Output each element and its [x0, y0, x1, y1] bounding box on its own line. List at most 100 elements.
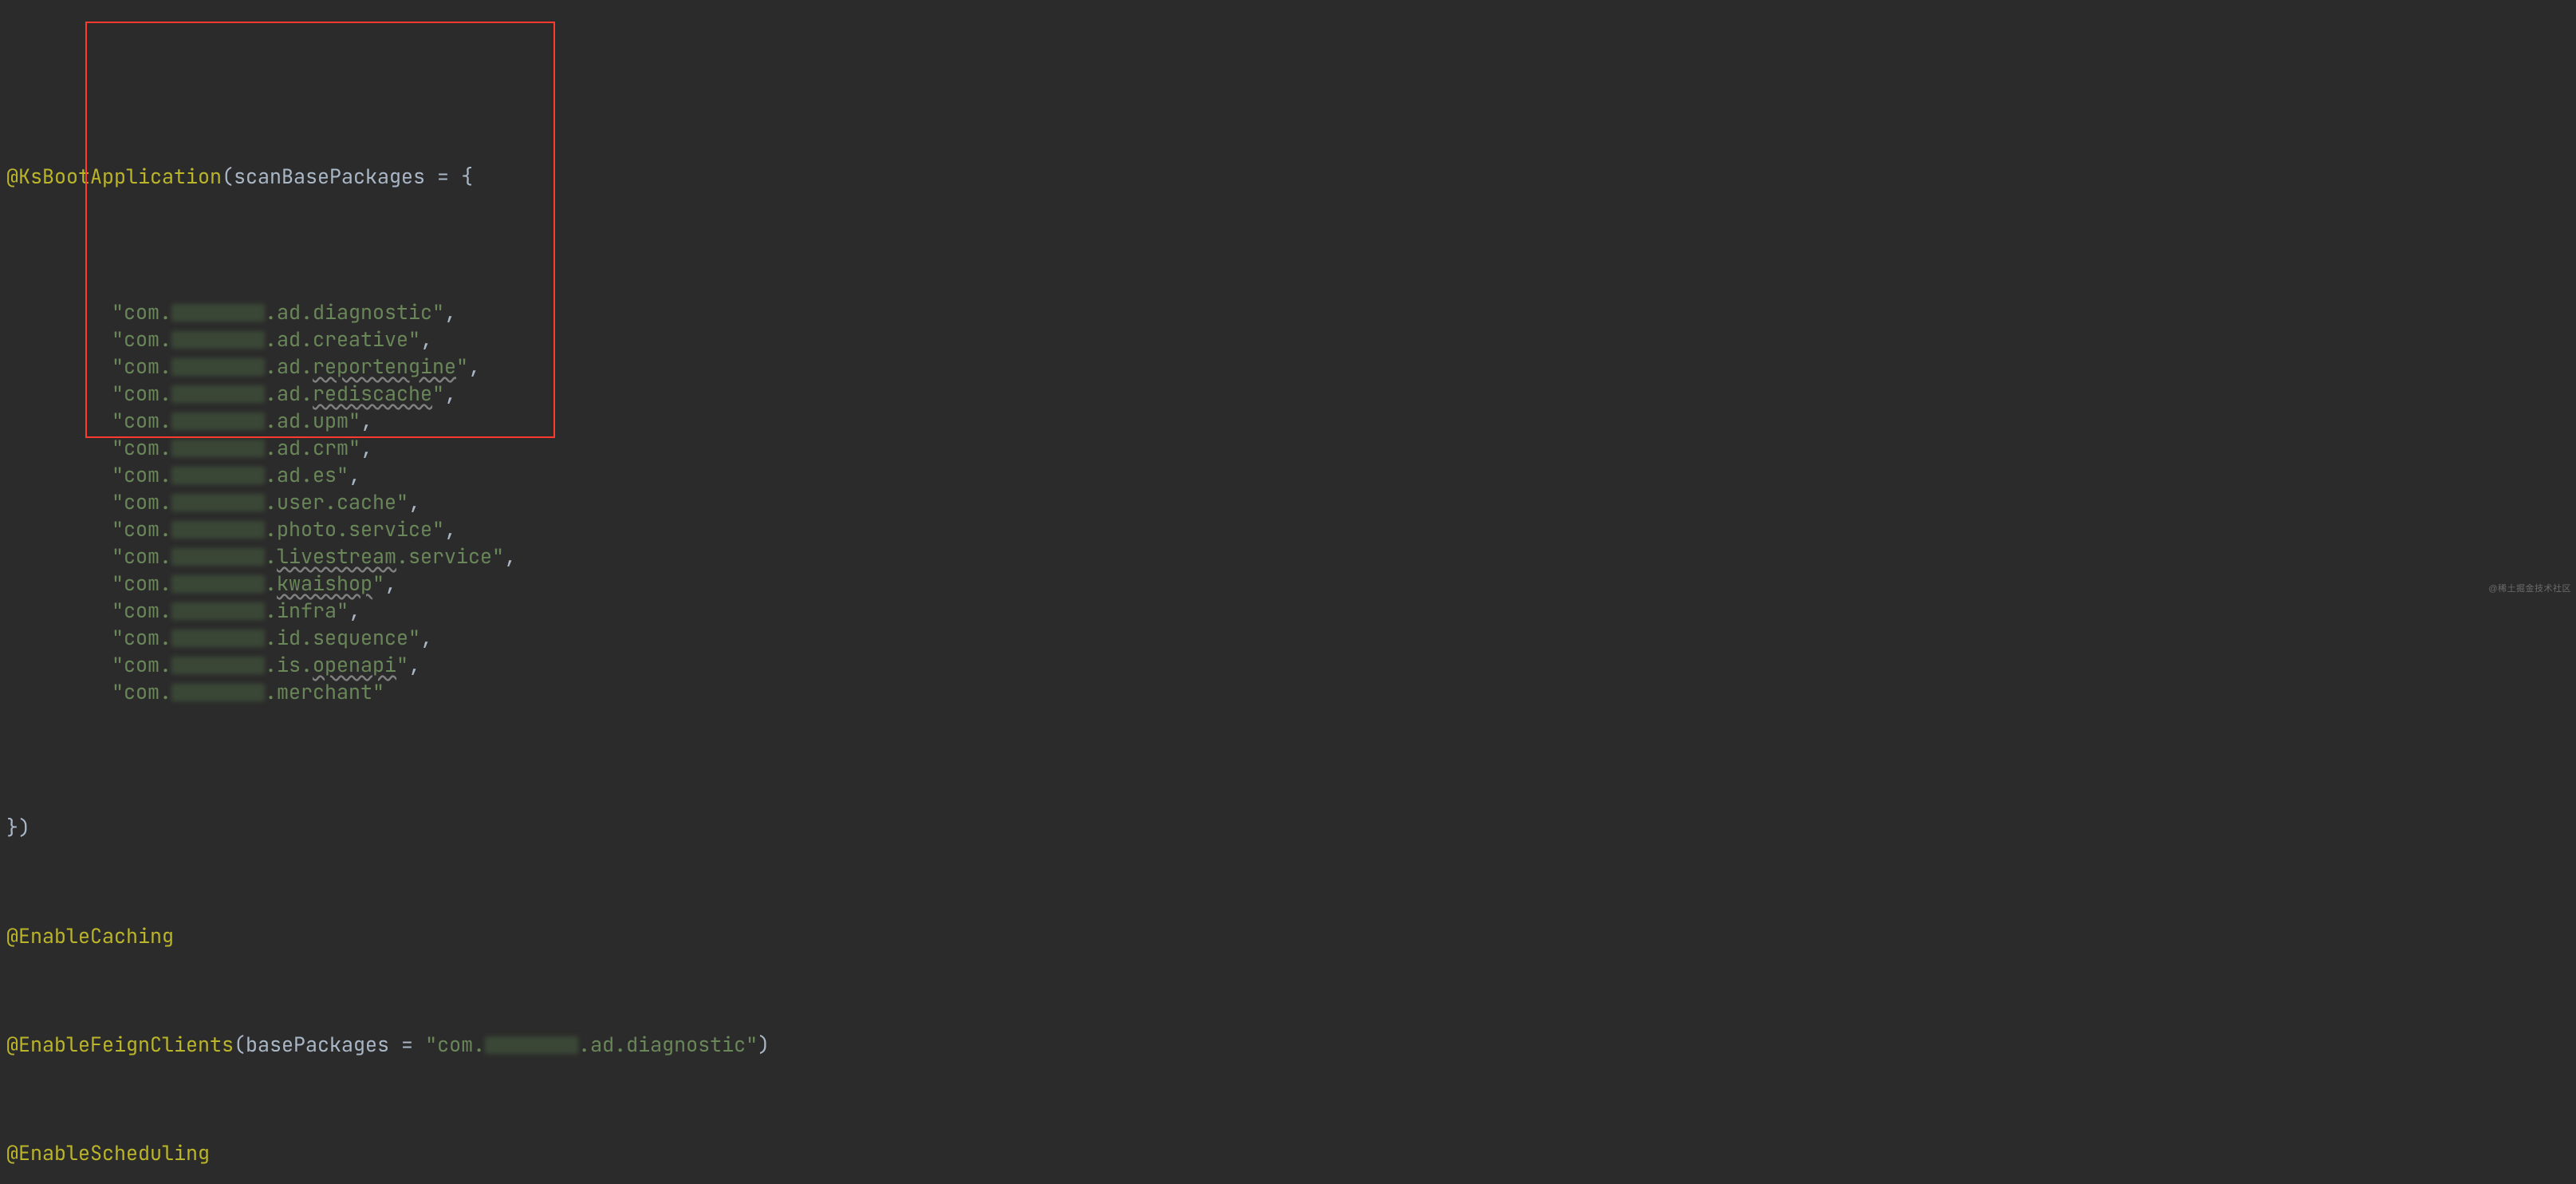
watermark: @稀土掘金技术社区 — [2488, 583, 2571, 595]
code-line[interactable]: "com..ad.creative", — [6, 326, 2570, 353]
string-literal: "com. — [112, 434, 171, 461]
code-line[interactable]: @EnableScheduling — [6, 1139, 2570, 1166]
code-line[interactable]: "com. .ad.rediscache", — [6, 380, 2570, 407]
string-literal: .merchant" — [265, 678, 384, 705]
string-literal: "com. — [112, 380, 171, 407]
string-literal: .ad.creative" — [265, 326, 420, 353]
redacted-text — [171, 684, 265, 702]
brace-open: { — [461, 163, 473, 190]
code-line[interactable]: @EnableCaching — [6, 922, 2570, 949]
code-line[interactable]: "com. .id.sequence", — [6, 624, 2570, 651]
string-literal-typo: rediscache — [313, 380, 432, 407]
string-literal: "com. — [112, 570, 171, 597]
string-literal: .photo.service" — [265, 515, 444, 543]
string-literal: .ad.upm" — [265, 407, 360, 434]
comma: , — [504, 543, 516, 570]
code-line[interactable]: @KsBootApplication(scanBasePackages = { — [6, 163, 2570, 190]
redacted-text — [171, 575, 265, 594]
string-literal-typo: livestream — [277, 543, 396, 570]
paren-open: ( — [222, 163, 234, 190]
string-literal: .is. — [265, 651, 313, 678]
redacted-text — [171, 304, 265, 322]
string-literal: "com. — [112, 461, 171, 488]
paren-close: ) — [758, 1031, 770, 1058]
string-literal: .service" — [396, 543, 504, 570]
comma: , — [349, 597, 360, 624]
code-editor[interactable]: @KsBootApplication(scanBasePackages = { … — [0, 0, 2576, 600]
string-literal: .ad. — [265, 380, 313, 407]
redacted-text — [171, 467, 265, 485]
string-literal: "com. — [112, 298, 171, 326]
code-line[interactable]: "com. .ad.diagnostic", — [6, 298, 2570, 326]
comma: , — [408, 651, 420, 678]
code-line[interactable]: @EnableFeignClients(basePackages = "com.… — [6, 1031, 2570, 1058]
param-scanbase: scanBasePackages — [234, 163, 425, 190]
string-literal: . — [265, 570, 277, 597]
string-literal: "com. — [112, 624, 171, 651]
comma: , — [420, 624, 432, 651]
code-line[interactable]: "com..livestream.service", — [6, 543, 2570, 570]
redacted-text — [171, 629, 265, 648]
string-literal: .ad. — [265, 353, 313, 380]
comma: , — [360, 407, 372, 434]
string-literal: .ad.diagnostic" — [578, 1031, 758, 1058]
redacted-text — [171, 385, 265, 404]
code-line[interactable]: "com. .merchant" — [6, 678, 2570, 705]
code-line[interactable]: }) — [6, 814, 2570, 841]
string-literal-typo: openapi — [313, 651, 396, 678]
string-literal: "com. — [425, 1031, 485, 1058]
annotation-enablescheduling: @EnableScheduling — [6, 1139, 210, 1166]
string-literal: "com. — [112, 488, 171, 515]
string-literal: "com. — [112, 597, 171, 624]
comma: , — [349, 461, 360, 488]
code-line[interactable]: "com..ad.reportengine", — [6, 353, 2570, 380]
code-line[interactable]: "com. .ad.es", — [6, 461, 2570, 488]
comma: , — [468, 353, 480, 380]
redacted-text — [171, 440, 265, 458]
redacted-text — [171, 521, 265, 539]
comma: , — [384, 570, 396, 597]
string-literal-typo: reportengine — [313, 353, 456, 380]
code-line[interactable]: "com. .ad.crm", — [6, 434, 2570, 461]
code-line[interactable]: "com..kwaishop", — [6, 570, 2570, 597]
redacted-text — [171, 331, 265, 349]
redacted-text — [171, 358, 265, 377]
code-line[interactable]: "com..is.openapi", — [6, 651, 2570, 678]
string-literal: .ad.crm" — [265, 434, 360, 461]
redacted-text — [171, 548, 265, 566]
code-line[interactable]: "com. .infra", — [6, 597, 2570, 624]
string-literal: "com. — [112, 678, 171, 705]
redacted-text — [171, 602, 265, 621]
comma: , — [408, 488, 420, 515]
string-literal: .infra" — [265, 597, 349, 624]
code-line[interactable]: "com..ad.upm", — [6, 407, 2570, 434]
eq: = — [425, 163, 461, 190]
string-literal: "com. — [112, 543, 171, 570]
comma: , — [360, 434, 372, 461]
string-literal: "com. — [112, 353, 171, 380]
string-literal: . — [265, 543, 277, 570]
string-literal: " — [432, 380, 444, 407]
comma: , — [444, 380, 456, 407]
brace-close-paren: }) — [6, 814, 30, 841]
comma: , — [420, 326, 432, 353]
redacted-text — [171, 494, 265, 512]
redacted-text — [171, 412, 265, 431]
string-literal: .ad.es" — [265, 461, 349, 488]
annotation-ksboot: @KsBootApplication — [6, 163, 222, 190]
string-literal: .ad.diagnostic" — [265, 298, 444, 326]
string-literal-typo: kwaishop — [277, 570, 372, 597]
comma: , — [444, 298, 456, 326]
redacted-text — [485, 1036, 578, 1055]
code-line[interactable]: "com. .user.cache", — [6, 488, 2570, 515]
redacted-text — [171, 657, 265, 675]
string-literal: .id.sequence" — [265, 624, 420, 651]
code-line[interactable]: "com..photo.service", — [6, 515, 2570, 543]
string-literal: .user.cache" — [265, 488, 408, 515]
paren-open: ( — [234, 1031, 246, 1058]
comma: , — [444, 515, 456, 543]
param-basepackages: basePackages — [246, 1031, 389, 1058]
string-literal: " — [396, 651, 408, 678]
string-literal: " — [372, 570, 384, 597]
eq: = — [389, 1031, 425, 1058]
